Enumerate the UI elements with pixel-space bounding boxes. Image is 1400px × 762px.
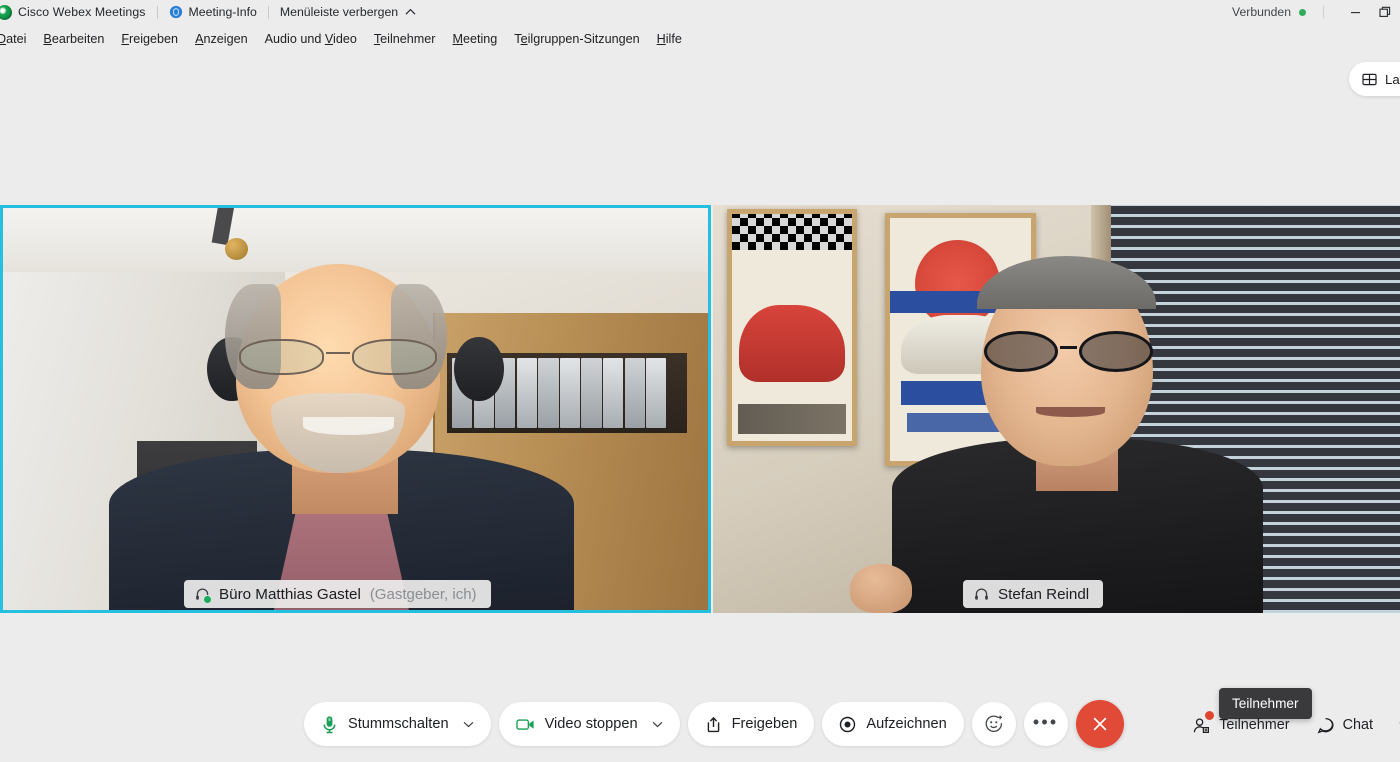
meeting-controls-bar: Stummschalten Video stoppen Freigeben Au… (0, 680, 1400, 762)
participant-name-label-stefan-reindl: Stefan Reindl (963, 580, 1104, 608)
menu-item-bearbeiten[interactable]: Bearbeiten (43, 30, 104, 48)
participant-role-self: (Gastgeber, ich) (369, 585, 477, 603)
meeting-info-label: Meeting-Info (188, 5, 257, 19)
video-feed-self (3, 208, 708, 610)
webex-logo-icon (0, 4, 12, 20)
webex-meeting-window: Cisco Webex Meetings Meeting-Info Menüle… (0, 0, 1400, 762)
stop-video-button[interactable]: Video stoppen (498, 702, 680, 746)
video-scene-stefan-reindl (713, 205, 1400, 613)
share-button[interactable]: Freigeben (687, 702, 815, 746)
share-button-label: Freigeben (731, 716, 798, 732)
meeting-controls-center-group: Stummschalten Video stoppen Freigeben Au… (304, 700, 1124, 748)
participants-panel-label: Teilnehmer (1219, 717, 1290, 733)
record-button-label: Aufzeichnen (866, 716, 947, 732)
microphone-icon (323, 715, 336, 733)
menu-item-teilgruppen-sitzungen[interactable]: Teilgruppen-Sitzungen (514, 30, 639, 48)
menu-bar: Datei Bearbeiten Freigeben Anzeigen Audi… (0, 28, 1400, 50)
meeting-controls-right-group: Teilnehmer Chat ••• (1179, 708, 1400, 742)
reactions-button[interactable] (971, 702, 1016, 746)
smiley-reaction-icon (985, 715, 1002, 732)
menu-item-freigeben[interactable]: Freigeben (121, 30, 178, 48)
more-options-icon: ••• (1032, 712, 1059, 732)
chat-panel-button[interactable]: Chat (1303, 708, 1386, 742)
leave-meeting-button[interactable] (1075, 700, 1124, 748)
participants-badge (1205, 711, 1215, 720)
hide-menubar-button[interactable]: Menüleiste verbergen (280, 5, 416, 19)
connection-status-dot (1299, 8, 1306, 16)
app-title: Cisco Webex Meetings (18, 5, 146, 19)
grid-layout-icon (1362, 73, 1377, 85)
video-scene-self (3, 208, 708, 610)
layout-button[interactable]: Layo (1349, 62, 1400, 96)
chat-panel-label: Chat (1342, 717, 1373, 733)
title-bar-right-group: Verbunden (1232, 0, 1400, 24)
menu-item-meeting[interactable]: Meeting (452, 30, 497, 48)
headset-icon (194, 586, 212, 604)
stop-video-button-label: Video stoppen (544, 716, 638, 732)
title-bar-left-group: Cisco Webex Meetings Meeting-Info Menüle… (0, 0, 416, 24)
participant-name-stefan-reindl: Stefan Reindl (998, 585, 1090, 603)
title-divider-1 (156, 5, 158, 19)
restore-window-icon (1379, 6, 1391, 17)
video-feed-stefan-reindl (713, 205, 1400, 613)
video-tile-stefan-reindl[interactable]: Stefan Reindl (713, 205, 1400, 613)
participants-panel-button[interactable]: Teilnehmer (1179, 708, 1302, 742)
chevron-down-icon[interactable] (652, 721, 663, 728)
share-upload-icon (707, 716, 719, 732)
more-options-button[interactable]: ••• (1023, 702, 1068, 746)
menu-item-anzeigen[interactable]: Anzeigen (195, 30, 248, 48)
layout-button-label: Layo (1385, 71, 1400, 87)
video-tile-self[interactable]: Büro Matthias Gastel (Gastgeber, ich) (0, 205, 711, 613)
meeting-info-button[interactable]: Meeting-Info (169, 5, 257, 19)
menu-item-audio-und-video[interactable]: Audio und Video (265, 30, 357, 48)
video-stage: Büro Matthias Gastel (Gastgeber, ich) St… (0, 205, 1400, 613)
shield-info-icon (169, 5, 182, 19)
title-divider-2 (267, 5, 269, 19)
minimize-icon (1350, 11, 1360, 13)
record-button[interactable]: Aufzeichnen (822, 702, 964, 746)
menu-item-datei[interactable]: Datei (0, 30, 26, 48)
chevron-up-icon (405, 8, 416, 15)
restore-button[interactable] (1370, 0, 1400, 24)
connection-status-label: Verbunden (1232, 5, 1291, 19)
chevron-down-icon[interactable] (463, 721, 474, 728)
record-icon (840, 716, 856, 732)
mute-button-label: Stummschalten (348, 716, 449, 732)
camera-icon (515, 718, 534, 730)
hide-menubar-label: Menüleiste verbergen (279, 5, 399, 19)
menu-item-hilfe[interactable]: Hilfe (657, 30, 682, 48)
more-panels-button[interactable]: ••• (1386, 708, 1400, 742)
chat-bubble-icon (1317, 717, 1334, 734)
headset-icon (973, 586, 990, 603)
title-divider-3 (1323, 6, 1324, 18)
mute-button[interactable]: Stummschalten (304, 702, 491, 746)
minimize-button[interactable] (1340, 0, 1370, 24)
speaking-indicator-dot (203, 594, 212, 604)
close-x-icon (1093, 717, 1106, 731)
title-bar: Cisco Webex Meetings Meeting-Info Menüle… (0, 0, 1400, 24)
participant-name-label-self: Büro Matthias Gastel (Gastgeber, ich) (184, 580, 491, 608)
participant-name-self: Büro Matthias Gastel (219, 585, 361, 603)
menu-item-teilnehmer[interactable]: Teilnehmer (374, 30, 436, 48)
